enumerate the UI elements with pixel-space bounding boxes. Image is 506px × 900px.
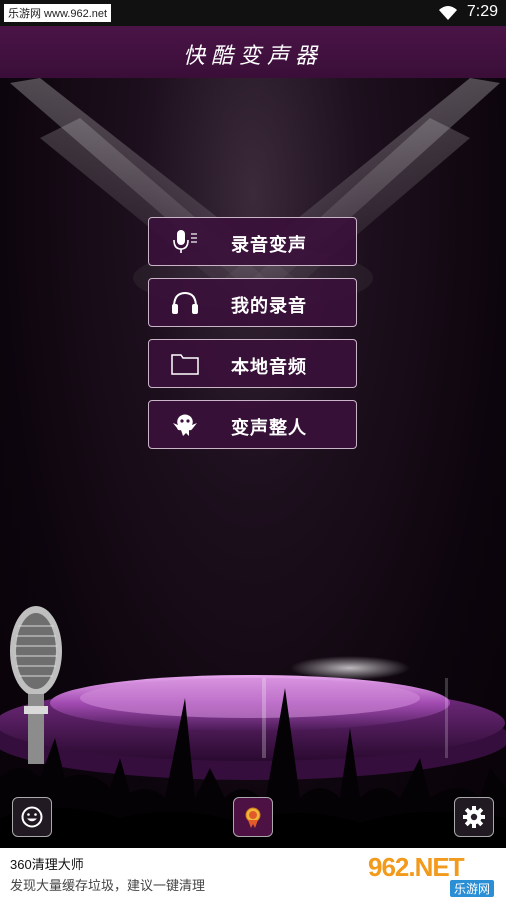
- smiley-icon: [21, 806, 43, 828]
- status-time: 7:29: [466, 3, 498, 20]
- local-audio-button[interactable]: 本地音频: [148, 339, 357, 388]
- settings-button[interactable]: [454, 797, 494, 837]
- ad-banner[interactable]: 360清理大师 发现大量缓存垃圾，建议一键清理 962.NET 乐游网: [0, 848, 506, 900]
- status-bar: 乐游网 www.962.net 7:29: [0, 0, 506, 26]
- gear-icon: [463, 806, 485, 828]
- wifi-icon: [439, 6, 457, 20]
- stage-background: 录音变声 我的录音 本地音频 变声整人: [0, 78, 506, 848]
- voice-prank-label: 变声整人: [231, 418, 307, 439]
- ghost-icon: [173, 414, 197, 436]
- record-voice-change-button[interactable]: 录音变声: [148, 217, 357, 266]
- watermark-logo-sub: 乐游网: [449, 880, 494, 897]
- voice-prank-button[interactable]: 变声整人: [148, 400, 357, 449]
- watermark-label: 乐游网 www.962.net: [4, 4, 112, 22]
- microphone-icon: [173, 230, 197, 253]
- title-bar: 快酷变声器: [0, 26, 506, 79]
- feedback-button[interactable]: [12, 797, 52, 837]
- app-title: 快酷变声器: [182, 44, 323, 69]
- medal-icon: [245, 807, 261, 828]
- ad-text: 发现大量缓存垃圾，建议一键清理: [10, 878, 206, 893]
- ad-title: 360清理大师: [10, 857, 84, 872]
- stage-scene-illustration: [0, 78, 506, 848]
- record-voice-change-label: 录音变声: [231, 235, 307, 256]
- local-audio-label: 本地音频: [231, 357, 307, 378]
- watermark-logo-main: 962.NET: [368, 852, 465, 882]
- my-recordings-label: 我的录音: [231, 296, 307, 317]
- my-recordings-button[interactable]: 我的录音: [148, 278, 357, 327]
- folder-icon: [171, 354, 199, 375]
- reward-button[interactable]: [233, 797, 273, 837]
- watermark-logo: 962.NET 乐游网: [368, 852, 498, 897]
- headphones-icon: [172, 291, 198, 314]
